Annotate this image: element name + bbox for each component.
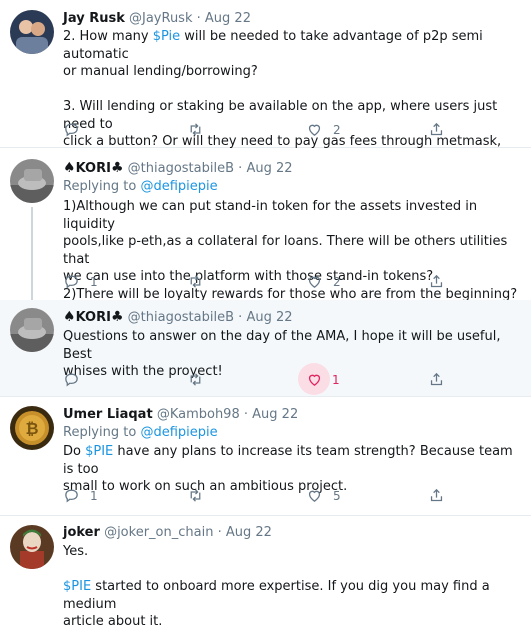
retweet-button[interactable] xyxy=(187,371,204,388)
tweet-kori-1[interactable]: ♠KORI♣ @thiagostabileB · Aug 22 Replying… xyxy=(0,149,531,302)
share-icon xyxy=(430,488,443,502)
display-name[interactable]: joker xyxy=(63,525,100,540)
tweet-header: joker @joker_on_chain · Aug 22 xyxy=(63,525,272,540)
reply-icon xyxy=(65,373,78,387)
retweet-icon xyxy=(190,275,201,288)
reply-count: 1 xyxy=(90,274,98,289)
tweet-text: 2. How many $Pie will be needed to take … xyxy=(63,29,502,167)
reply-count: 1 xyxy=(90,488,98,503)
tweet-date[interactable]: Aug 22 xyxy=(246,310,292,325)
like-button[interactable]: 2 xyxy=(306,121,341,138)
thread-line xyxy=(31,207,33,300)
display-name[interactable]: Jay Rusk xyxy=(63,11,125,26)
retweet-icon xyxy=(190,489,201,502)
share-button[interactable] xyxy=(428,371,445,388)
avatar[interactable] xyxy=(10,10,54,54)
retweet-icon xyxy=(190,123,201,136)
replying-to: Replying to @defipiepie xyxy=(63,425,218,440)
like-button[interactable]: 2 xyxy=(306,273,341,290)
retweet-button[interactable] xyxy=(187,121,204,138)
tweet-text: Yes. $PIE started to onboard more expert… xyxy=(63,544,490,629)
reply-icon xyxy=(65,489,78,503)
user-handle[interactable]: @Kamboh98 xyxy=(157,407,240,422)
share-icon xyxy=(430,274,443,288)
like-count: 2 xyxy=(333,122,341,137)
retweet-icon xyxy=(190,373,201,386)
tweet-kori-2[interactable]: ♠KORI♣ @thiagostabileB · Aug 22 Question… xyxy=(0,300,531,397)
svg-text:₿: ₿ xyxy=(25,419,38,438)
cashtag-link[interactable]: $Pie xyxy=(153,29,180,44)
share-button[interactable] xyxy=(428,273,445,290)
display-name[interactable]: Umer Liaqat xyxy=(63,407,153,422)
avatar[interactable] xyxy=(10,525,54,569)
tweet-umer-liaqat[interactable]: ₿ Umer Liaqat @Kamboh98 · Aug 22 Replyin… xyxy=(0,398,531,516)
tweet-header: ♠KORI♣ @thiagostabileB · Aug 22 xyxy=(63,160,293,176)
like-button[interactable]: 5 xyxy=(306,487,341,504)
like-icon xyxy=(308,490,321,502)
tweet-date[interactable]: Aug 22 xyxy=(246,161,292,176)
tweet-date[interactable]: Aug 22 xyxy=(252,407,298,422)
like-button-liked[interactable]: 1 xyxy=(298,363,340,395)
share-button[interactable] xyxy=(428,487,445,504)
like-icon xyxy=(308,374,321,386)
retweet-button[interactable] xyxy=(187,487,204,504)
avatar[interactable]: ₿ xyxy=(10,406,54,450)
tweet-date[interactable]: Aug 22 xyxy=(226,525,272,540)
avatar[interactable] xyxy=(10,159,54,203)
user-handle[interactable]: @JayRusk xyxy=(129,11,192,26)
like-count: 1 xyxy=(332,372,340,387)
user-handle[interactable]: @thiagostabileB xyxy=(128,310,234,325)
cashtag-link[interactable]: $PIE xyxy=(63,579,91,594)
tweet-header: ♠KORI♣ @thiagostabileB · Aug 22 xyxy=(63,309,293,325)
user-handle[interactable]: @thiagostabileB xyxy=(128,161,234,176)
reply-icon xyxy=(65,123,78,137)
like-icon xyxy=(308,276,321,288)
tweet-joker[interactable]: joker @joker_on_chain · Aug 22 Yes. $PIE… xyxy=(0,517,531,629)
tweet-header: Umer Liaqat @Kamboh98 · Aug 22 xyxy=(63,407,299,422)
retweet-button[interactable] xyxy=(187,273,204,290)
display-name[interactable]: ♠KORI♣ xyxy=(63,160,124,176)
reply-button[interactable]: 1 xyxy=(63,487,98,504)
reply-button[interactable] xyxy=(63,371,80,388)
share-icon xyxy=(430,122,443,136)
replying-to-link[interactable]: @defipiepie xyxy=(140,179,217,194)
like-icon xyxy=(308,124,321,136)
user-handle[interactable]: @joker_on_chain xyxy=(104,525,213,540)
replying-to: Replying to @defipiepie xyxy=(63,179,218,194)
share-icon xyxy=(430,372,443,386)
like-count: 2 xyxy=(333,274,341,289)
like-count: 5 xyxy=(333,488,341,503)
cashtag-link[interactable]: $PIE xyxy=(85,444,113,459)
reply-button[interactable] xyxy=(63,121,80,138)
reply-icon xyxy=(65,275,78,289)
tweet-jay-rusk[interactable]: Jay Rusk @JayRusk · Aug 22 2. How many $… xyxy=(0,0,531,167)
replying-to-link[interactable]: @defipiepie xyxy=(140,425,217,440)
reply-button[interactable]: 1 xyxy=(63,273,98,290)
display-name[interactable]: ♠KORI♣ xyxy=(63,309,124,325)
tweet-header: Jay Rusk @JayRusk · Aug 22 xyxy=(63,11,251,26)
tweet-date[interactable]: Aug 22 xyxy=(205,11,251,26)
share-button[interactable] xyxy=(428,121,445,138)
avatar[interactable] xyxy=(10,308,54,352)
